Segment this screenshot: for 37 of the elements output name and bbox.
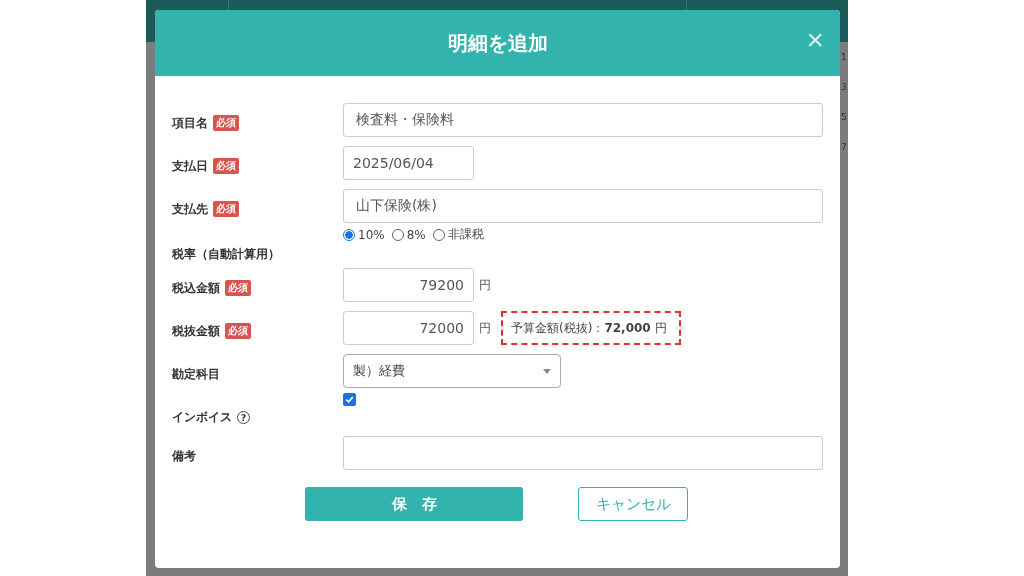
- amount-field[interactable]: 72000: [343, 311, 474, 345]
- caret-icon: [543, 368, 551, 374]
- field-label: インボイス: [172, 409, 232, 426]
- row-number: 5: [841, 112, 847, 122]
- required-badge: 必須: [213, 115, 239, 131]
- field-label: 支払先: [172, 200, 208, 218]
- radio-label[interactable]: 非課税: [447, 226, 484, 243]
- required-badge: 必須: [225, 323, 251, 339]
- account-dropdown[interactable]: 製）経費: [343, 354, 561, 388]
- row-number: 7: [841, 142, 847, 152]
- field-label: 備考: [172, 447, 196, 465]
- text-field[interactable]: [343, 436, 823, 470]
- required-badge: 必須: [213, 158, 239, 174]
- amount-field[interactable]: 79200: [343, 268, 474, 302]
- required-badge: 必須: [225, 280, 251, 296]
- budget-note: 予算金額(税抜)：72,000 円: [501, 311, 681, 345]
- field-label: 支払日: [172, 157, 208, 175]
- radio-label[interactable]: 10%: [358, 227, 385, 242]
- dialog-title: 明細を追加: [447, 29, 548, 57]
- field-label: 税抜金額: [172, 322, 220, 340]
- field-label: 勘定科目: [172, 365, 220, 383]
- date-field[interactable]: 2025/06/04: [343, 146, 474, 180]
- checkbox[interactable]: [343, 393, 356, 406]
- radio-button[interactable]: [343, 228, 355, 241]
- radio-label[interactable]: 8%: [406, 227, 426, 242]
- radio-button[interactable]: [391, 228, 404, 241]
- field-label: 税率（自動計算用）: [172, 246, 280, 263]
- text-field[interactable]: 山下保険(株): [343, 189, 823, 223]
- field-label: 項目名: [172, 114, 208, 132]
- unit-label: 円: [479, 276, 491, 294]
- field-label: 税込金額: [172, 279, 220, 297]
- text-field[interactable]: 検査料・保険料: [343, 103, 823, 137]
- row-number: 1: [841, 52, 847, 62]
- radio-button[interactable]: [432, 228, 445, 241]
- unit-label: 円: [479, 319, 491, 337]
- row-number: 3: [841, 82, 847, 92]
- required-badge: 必須: [213, 201, 239, 217]
